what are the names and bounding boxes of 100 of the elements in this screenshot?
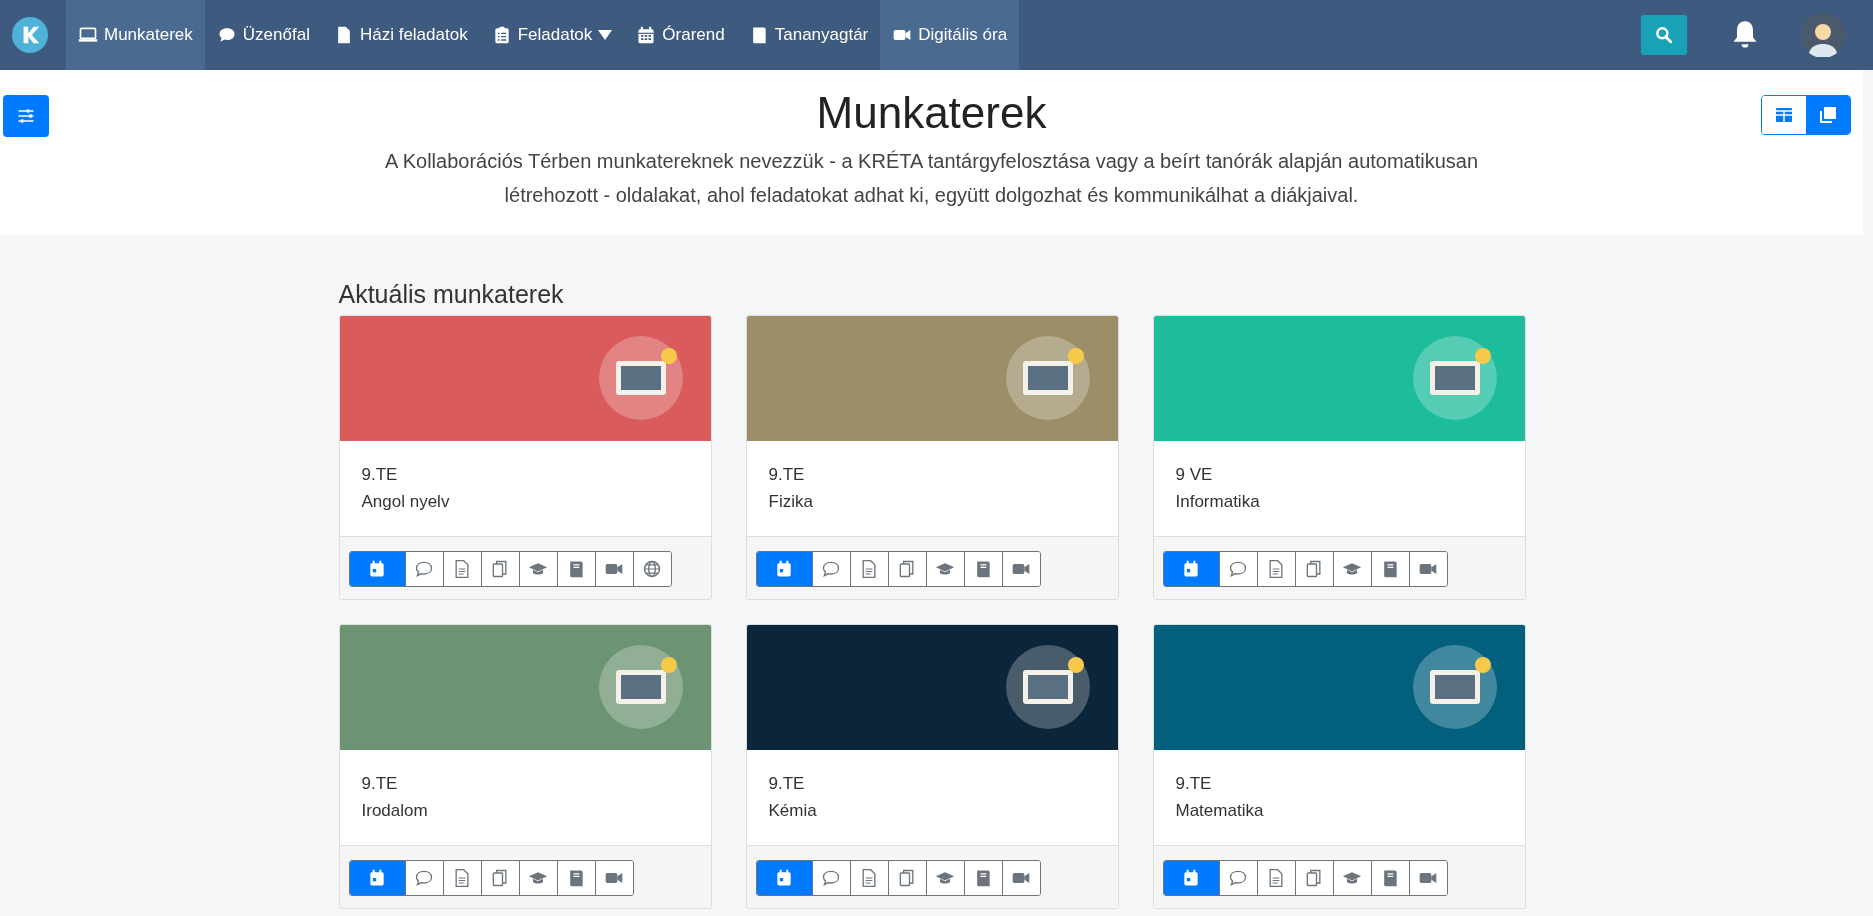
copy-icon	[897, 559, 917, 579]
subject-name: Angol nyelv	[361, 492, 451, 512]
workspace-card[interactable]: 9.TE Angol nyelv	[338, 315, 712, 600]
copy-icon	[1304, 868, 1324, 888]
tool-button[interactable]	[1001, 552, 1040, 586]
tool-button[interactable]	[849, 861, 888, 895]
subject-name: Informatika	[1175, 492, 1261, 512]
tool-button[interactable]	[756, 552, 812, 586]
class-name: 9.TE	[1175, 774, 1213, 794]
calendar-icon	[774, 868, 794, 888]
tool-button[interactable]	[887, 552, 926, 586]
subject-name: Kémia	[768, 801, 818, 821]
copy-icon	[1818, 105, 1838, 125]
tool-button[interactable]	[925, 552, 964, 586]
logo-icon[interactable]	[12, 17, 48, 53]
table-icon	[1775, 107, 1793, 123]
chat-icon	[414, 559, 434, 579]
tool-button[interactable]	[1370, 552, 1409, 586]
tool-button[interactable]	[1256, 552, 1295, 586]
tool-button[interactable]	[925, 861, 964, 895]
class-name: 9 VE	[1175, 465, 1214, 485]
tool-button[interactable]	[518, 552, 557, 586]
tool-button[interactable]	[480, 861, 519, 895]
tool-button[interactable]	[1256, 861, 1295, 895]
search-button[interactable]	[1641, 15, 1687, 55]
tool-button[interactable]	[349, 552, 405, 586]
tool-button[interactable]	[404, 861, 443, 895]
chat-icon	[1228, 868, 1248, 888]
globe-icon	[642, 559, 662, 579]
tool-button[interactable]	[1332, 552, 1371, 586]
page-title: Munkaterek	[816, 87, 1047, 138]
avatar-icon[interactable]	[1801, 13, 1845, 57]
tool-button[interactable]	[1332, 861, 1371, 895]
tool-button[interactable]	[1218, 552, 1257, 586]
copy-icon	[1304, 559, 1324, 579]
copy-icon	[490, 868, 510, 888]
chat-icon	[414, 868, 434, 888]
calendar-icon	[774, 559, 794, 579]
tool-button[interactable]	[480, 552, 519, 586]
tool-button[interactable]	[849, 552, 888, 586]
view-toggle-button[interactable]	[1806, 96, 1850, 134]
nav-item[interactable]: Üzenőfal	[204, 0, 322, 70]
calendar-icon	[367, 559, 387, 579]
tool-button[interactable]	[518, 861, 557, 895]
subject-name: Irodalom	[361, 801, 429, 821]
class-name: 9.TE	[768, 774, 806, 794]
tool-button[interactable]	[594, 861, 633, 895]
tool-button[interactable]	[887, 861, 926, 895]
class-name: 9.TE	[361, 774, 399, 794]
tool-button[interactable]	[756, 861, 812, 895]
tool-button[interactable]	[963, 861, 1002, 895]
subject-name: Fizika	[768, 492, 814, 512]
tool-button[interactable]	[404, 552, 443, 586]
workspace-card[interactable]: 9.TE Kémia	[745, 624, 1119, 909]
section-title: Aktuális munkaterek	[338, 280, 565, 309]
nav-item[interactable]: Házi feladatok	[321, 0, 480, 70]
tool-button[interactable]	[1218, 861, 1257, 895]
workspace-card[interactable]: 9 VE Informatika	[1152, 315, 1526, 600]
tool-button[interactable]	[349, 861, 405, 895]
tool-button[interactable]	[594, 552, 633, 586]
tool-button[interactable]	[632, 552, 671, 586]
chat-icon	[821, 559, 841, 579]
calendar-icon	[636, 25, 657, 45]
tool-button[interactable]	[811, 861, 850, 895]
tool-button[interactable]	[1370, 861, 1409, 895]
calendar-icon	[1181, 559, 1201, 579]
copy-icon	[897, 868, 917, 888]
class-name: 9.TE	[768, 465, 806, 485]
search-icon	[1654, 25, 1674, 45]
class-name: 9.TE	[361, 465, 399, 485]
workspace-card[interactable]: 9.TE Irodalom	[338, 624, 712, 909]
tool-button[interactable]	[1408, 861, 1447, 895]
nav-item[interactable]: Feladatok	[479, 0, 625, 70]
tool-button[interactable]	[1163, 861, 1219, 895]
tool-button[interactable]	[963, 552, 1002, 586]
subject-name: Matematika	[1175, 801, 1265, 821]
chat-icon	[821, 868, 841, 888]
nav-item[interactable]: Digitális óra	[880, 0, 1020, 70]
tool-button[interactable]	[1001, 861, 1040, 895]
copy-icon	[490, 559, 510, 579]
tool-button[interactable]	[442, 861, 481, 895]
workspace-card[interactable]: 9.TE Matematika	[1152, 624, 1526, 909]
workspace-card[interactable]: 9.TE Fizika	[745, 315, 1119, 600]
sliders-icon	[16, 106, 36, 126]
tool-button[interactable]	[556, 861, 595, 895]
laptop-icon	[78, 25, 98, 45]
nav-item[interactable]: Tananyagtár	[736, 0, 881, 70]
nav-item[interactable]: Órarend	[624, 0, 737, 70]
tool-button[interactable]	[811, 552, 850, 586]
nav-item[interactable]: Munkaterek	[66, 0, 205, 70]
tool-button[interactable]	[442, 552, 481, 586]
tool-button[interactable]	[556, 552, 595, 586]
chat-icon	[1228, 559, 1248, 579]
tool-button[interactable]	[1294, 552, 1333, 586]
filter-button[interactable]	[3, 95, 49, 137]
tool-button[interactable]	[1163, 552, 1219, 586]
calendar-icon	[367, 868, 387, 888]
calendar-icon	[1181, 868, 1201, 888]
tool-button[interactable]	[1408, 552, 1447, 586]
tool-button[interactable]	[1294, 861, 1333, 895]
